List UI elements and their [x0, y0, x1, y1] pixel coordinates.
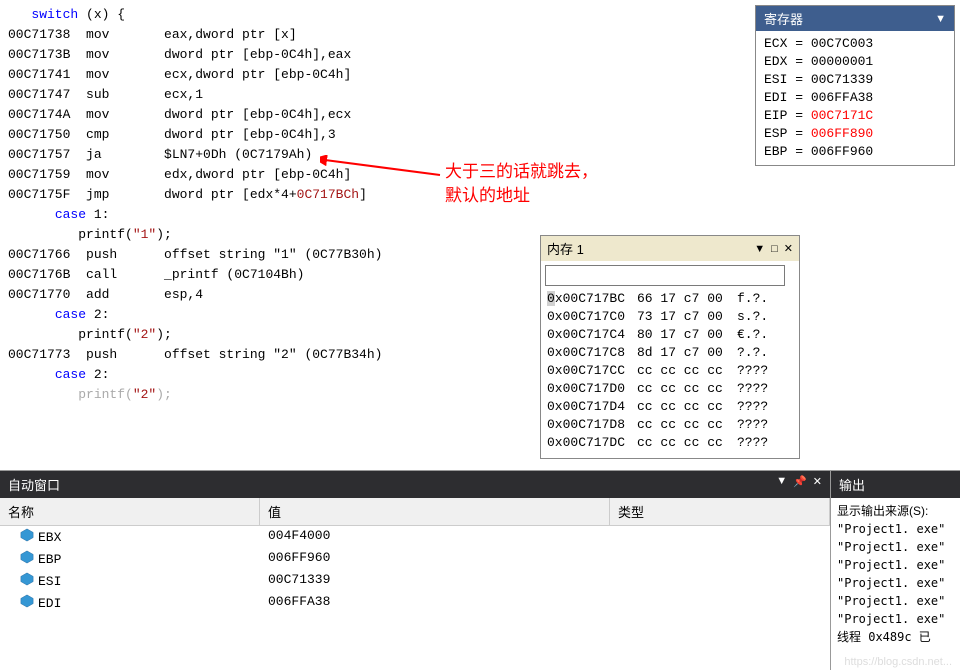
autos-row[interactable]: EDI 006FFA38	[0, 592, 830, 614]
memory-row[interactable]: 0x00C717D0 cc cc cc cc ????	[547, 380, 793, 398]
memory-address-input[interactable]	[545, 265, 785, 286]
close-icon[interactable]: ✕	[813, 475, 822, 494]
output-title: 输出	[839, 475, 865, 494]
register-row: ESP = 006FF890	[764, 125, 946, 143]
output-line: "Project1. exe"	[837, 610, 954, 628]
autos-columns: 名称 值 类型	[0, 498, 830, 526]
register-row: EDI = 006FFA38	[764, 89, 946, 107]
dropdown-icon[interactable]: ▼	[754, 243, 765, 255]
output-line: "Project1. exe"	[837, 538, 954, 556]
output-line: "Project1. exe"	[837, 574, 954, 592]
memory-row[interactable]: 0x00C717BC 66 17 c7 00 f.?.	[547, 290, 793, 308]
autos-panel: 自动窗口 ▼ 📌 ✕ 名称 值 类型 EBX 004F4000 EBP 006F…	[0, 470, 830, 670]
col-value[interactable]: 值	[260, 498, 610, 525]
memory-title-bar[interactable]: 内存 1 ▼ □ ✕	[541, 236, 799, 261]
variable-icon	[20, 528, 34, 546]
memory-row[interactable]: 0x00C717DC cc cc cc cc ????	[547, 434, 793, 452]
registers-title: 寄存器	[764, 9, 803, 28]
register-row: EDX = 00000001	[764, 53, 946, 71]
close-icon[interactable]: ✕	[784, 242, 793, 255]
register-row: ESI = 00C71339	[764, 71, 946, 89]
pin-icon[interactable]: ▼	[935, 13, 946, 25]
dropdown-icon[interactable]: ▼	[776, 475, 787, 494]
annotation-text: 大于三的话就跳去， 默认的地址	[445, 160, 598, 208]
memory-panel: 内存 1 ▼ □ ✕ 0x00C717BC 66 17 c7 00 f.?. 0…	[540, 235, 800, 459]
memory-title: 内存 1	[547, 239, 584, 258]
memory-row[interactable]: 0x00C717CC cc cc cc cc ????	[547, 362, 793, 380]
watermark: https://blog.csdn.net...	[844, 656, 952, 668]
autos-row[interactable]: EBX 004F4000	[0, 526, 830, 548]
register-row: ECX = 00C7C003	[764, 35, 946, 53]
col-name[interactable]: 名称	[0, 498, 260, 525]
col-type[interactable]: 类型	[610, 498, 830, 525]
registers-title-bar[interactable]: 寄存器 ▼	[756, 6, 954, 31]
variable-icon	[20, 572, 34, 590]
variable-icon	[20, 594, 34, 612]
output-source-label: 显示输出来源(S):	[837, 502, 954, 520]
memory-address-input-wrap	[545, 265, 795, 286]
memory-row[interactable]: 0x00C717C8 8d 17 c7 00 ?.?.	[547, 344, 793, 362]
register-row: EBP = 006FF960	[764, 143, 946, 161]
memory-row[interactable]: 0x00C717D8 cc cc cc cc ????	[547, 416, 793, 434]
pin-icon[interactable]: 📌	[793, 475, 807, 494]
autos-row[interactable]: ESI 00C71339	[0, 570, 830, 592]
output-line: "Project1. exe"	[837, 592, 954, 610]
memory-row[interactable]: 0x00C717C0 73 17 c7 00 s.?.	[547, 308, 793, 326]
output-line: "Project1. exe"	[837, 520, 954, 538]
memory-row[interactable]: 0x00C717C4 80 17 c7 00 €.?.	[547, 326, 793, 344]
output-title-bar[interactable]: 输出	[831, 471, 960, 498]
autos-title-bar[interactable]: 自动窗口 ▼ 📌 ✕	[0, 471, 830, 498]
output-panel: 输出 显示输出来源(S): "Project1. exe""Project1. …	[830, 470, 960, 670]
autos-title: 自动窗口	[8, 475, 60, 494]
output-line: "Project1. exe"	[837, 556, 954, 574]
register-row: EIP = 00C7171C	[764, 107, 946, 125]
output-line: 线程 0x489c 已	[837, 628, 954, 646]
variable-icon	[20, 550, 34, 568]
maximize-icon[interactable]: □	[771, 243, 778, 255]
annotation-arrow	[320, 155, 450, 195]
memory-row[interactable]: 0x00C717D4 cc cc cc cc ????	[547, 398, 793, 416]
registers-panel: 寄存器 ▼ ECX = 00C7C003 EDX = 00000001 ESI …	[755, 5, 955, 166]
autos-row[interactable]: EBP 006FF960	[0, 548, 830, 570]
